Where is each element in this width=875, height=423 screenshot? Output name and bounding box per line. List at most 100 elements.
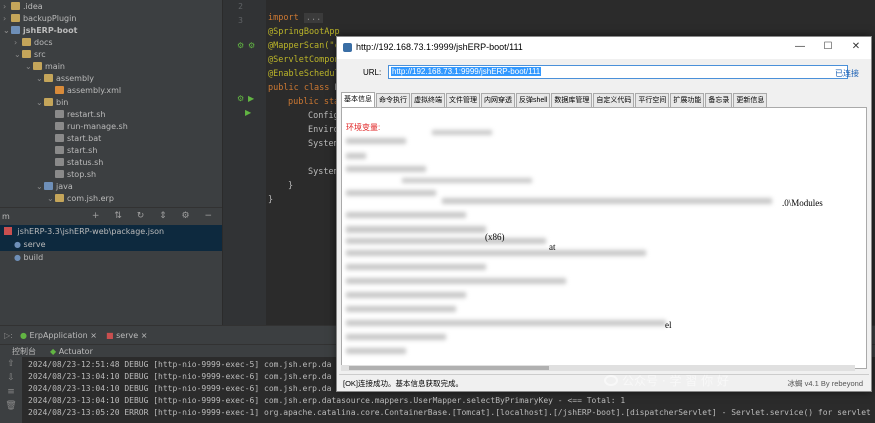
run-tab-label: ErpApplication	[29, 331, 88, 340]
npm-toolbar[interactable]: + ⇅ ↻ ⇕ ⚙ −	[92, 208, 218, 225]
close-button[interactable]: ✕	[849, 40, 863, 54]
connection-status: 已连接	[835, 69, 859, 78]
function-tabs: 基本信息 命令执行 虚拟终端 文件管理 内网穿透 反弹shell 数据库管理 自定义代码 平行空…	[341, 92, 768, 108]
file-icon	[55, 170, 64, 178]
toolbar-icons[interactable]: ⇧ ⇩ ≡ 🗑	[0, 357, 22, 413]
webshell-window: http://192.168.73.1:9999/jshERP-boot/111…	[336, 36, 872, 392]
run-tab-erpapplication[interactable]: ● ErpApplication ×	[20, 329, 97, 342]
project-tree: › .idea › backupPlugin ⌄ jshERP-boot › docs ⌄ src…	[0, 0, 222, 207]
npm-panel-header: m + ⇅ ↻ ⇕ ⚙ −	[0, 208, 222, 225]
npm-package-item[interactable]: jshERP-3.3\jshERP-web\package.json	[0, 225, 222, 238]
spring-bean-icon[interactable]: ⚙	[237, 94, 244, 103]
chevron-down-icon[interactable]: ⌄	[36, 97, 44, 109]
folder-icon	[44, 182, 53, 190]
minimize-button[interactable]: —	[793, 40, 807, 54]
code-line: }	[268, 195, 274, 205]
chevron-down-icon[interactable]: ⌄	[25, 61, 33, 73]
chevron-down-icon[interactable]: ⌄	[36, 181, 44, 193]
dialog-tab[interactable]: 反弹shell	[516, 93, 551, 107]
tree-item-label: .idea	[23, 2, 43, 11]
tree-item[interactable]: › backupPlugin	[3, 13, 76, 25]
info-content: 环境变量: .0\Modules (x86) at el	[341, 107, 867, 369]
dialog-tab[interactable]: 文件管理	[446, 93, 480, 107]
subtab-label: Actuator	[58, 347, 93, 356]
npm-script-serve[interactable]: ● serve	[0, 238, 222, 251]
tree-item[interactable]: stop.sh	[47, 169, 96, 181]
chevron-right-icon[interactable]: ›	[14, 37, 22, 49]
redacted-block	[346, 212, 466, 218]
tree-item[interactable]: ⌄ assembly	[36, 73, 94, 85]
url-input[interactable]: http://192.168.73.1:9999/jshERP-boot/111	[388, 65, 848, 79]
script-dot-icon: ●	[14, 253, 24, 262]
run-label: ▷:	[4, 331, 13, 340]
dialog-tab[interactable]: 平行空间	[635, 93, 670, 107]
code-fold[interactable]: ...	[303, 13, 324, 23]
watermark-text: 公众号 · 学 習 你 好	[622, 374, 729, 388]
tree-item[interactable]: run-manage.sh	[47, 121, 128, 133]
tree-item[interactable]: restart.sh	[47, 109, 105, 121]
tree-item[interactable]: start.bat	[47, 133, 101, 145]
window-titlebar: http://192.168.73.1:9999/jshERP-boot/111…	[337, 37, 871, 59]
dialog-tab[interactable]: 扩展功能	[670, 93, 705, 107]
tree-item[interactable]: ⌄ jshERP-boot	[3, 25, 77, 37]
dialog-tab[interactable]: 虚拟终端	[411, 93, 445, 107]
dialog-tab[interactable]: 命令执行	[376, 93, 410, 107]
scrollbar-thumb[interactable]	[349, 366, 549, 370]
npm-script-build[interactable]: ● build	[0, 251, 222, 264]
chevron-down-icon[interactable]: ⌄	[47, 193, 55, 205]
tree-item-label: start.bat	[67, 134, 102, 143]
redacted-block	[346, 278, 566, 284]
log-line: 2024/08/23-13:05:20 ERROR [http-nio-9999…	[28, 408, 871, 417]
tree-item[interactable]: ⌄ main	[25, 61, 65, 73]
npm-icon: ■	[106, 331, 117, 340]
env-fragment: at	[549, 242, 556, 252]
redacted-block	[346, 306, 456, 312]
env-fragment: el	[665, 320, 672, 330]
tree-item[interactable]: start.sh	[47, 145, 97, 157]
tree-item[interactable]: ⌄ bin	[36, 97, 68, 109]
env-fragment: (x86)	[485, 232, 505, 242]
chevron-down-icon[interactable]: ⌄	[3, 25, 11, 37]
npm-panel: m + ⇅ ↻ ⇕ ⚙ − jshERP-3.3\jshERP-web\pack…	[0, 207, 222, 325]
maximize-button[interactable]: ☐	[821, 40, 835, 54]
spring-bean-icon[interactable]: ⚙	[237, 41, 244, 50]
chevron-right-icon[interactable]: ›	[3, 13, 11, 25]
redacted-block	[346, 334, 446, 340]
tree-item-label: run-manage.sh	[67, 122, 128, 131]
subtab-actuator[interactable]: ◆ Actuator	[50, 345, 93, 358]
run-gutter-icon[interactable]: ▶	[248, 94, 254, 103]
tree-item-label: backupPlugin	[23, 14, 77, 23]
code-line: @ServletCompone	[268, 55, 345, 65]
tree-item[interactable]: ⌄ src	[14, 49, 46, 61]
dialog-tab[interactable]: 更新信息	[733, 93, 768, 107]
tree-item[interactable]: › .idea	[3, 1, 43, 13]
spring-bean-icon[interactable]: ⚙	[248, 41, 255, 50]
env-fragment: .0\Modules	[782, 198, 823, 208]
tree-item-label: stop.sh	[67, 170, 97, 179]
dialog-tab[interactable]: 数据库管理	[551, 93, 593, 107]
dialog-tab[interactable]: 备忘录	[705, 93, 733, 107]
horizontal-scrollbar[interactable]	[341, 365, 855, 371]
file-icon	[55, 86, 64, 94]
redacted-block	[346, 153, 366, 159]
tree-item-label: start.sh	[67, 146, 98, 155]
dialog-tab[interactable]: 内网穿透	[481, 93, 515, 107]
tree-item[interactable]: ⌄ java	[36, 181, 73, 193]
chevron-down-icon[interactable]: ⌄	[36, 73, 44, 85]
dialog-tab[interactable]: 基本信息	[341, 92, 375, 107]
code-line: System	[308, 139, 339, 149]
chevron-right-icon[interactable]: ›	[3, 1, 11, 13]
redacted-block	[346, 250, 646, 256]
tree-item[interactable]: assembly.xml	[47, 85, 121, 97]
tree-item[interactable]: status.sh	[47, 157, 103, 169]
dialog-tab[interactable]: 自定义代码	[593, 93, 635, 107]
chevron-down-icon[interactable]: ⌄	[14, 49, 22, 61]
tree-item[interactable]: ⌄ com.jsh.erp	[47, 193, 114, 205]
npm-script-label: build	[23, 253, 44, 262]
tree-item[interactable]: › docs	[14, 37, 53, 49]
tree-item-label: main	[45, 62, 65, 71]
tree-item-label: assembly	[56, 74, 94, 83]
run-gutter-icon[interactable]: ▶	[245, 108, 251, 117]
line-number: 2	[238, 2, 243, 11]
run-tab-serve[interactable]: ■ serve ×	[106, 329, 147, 342]
